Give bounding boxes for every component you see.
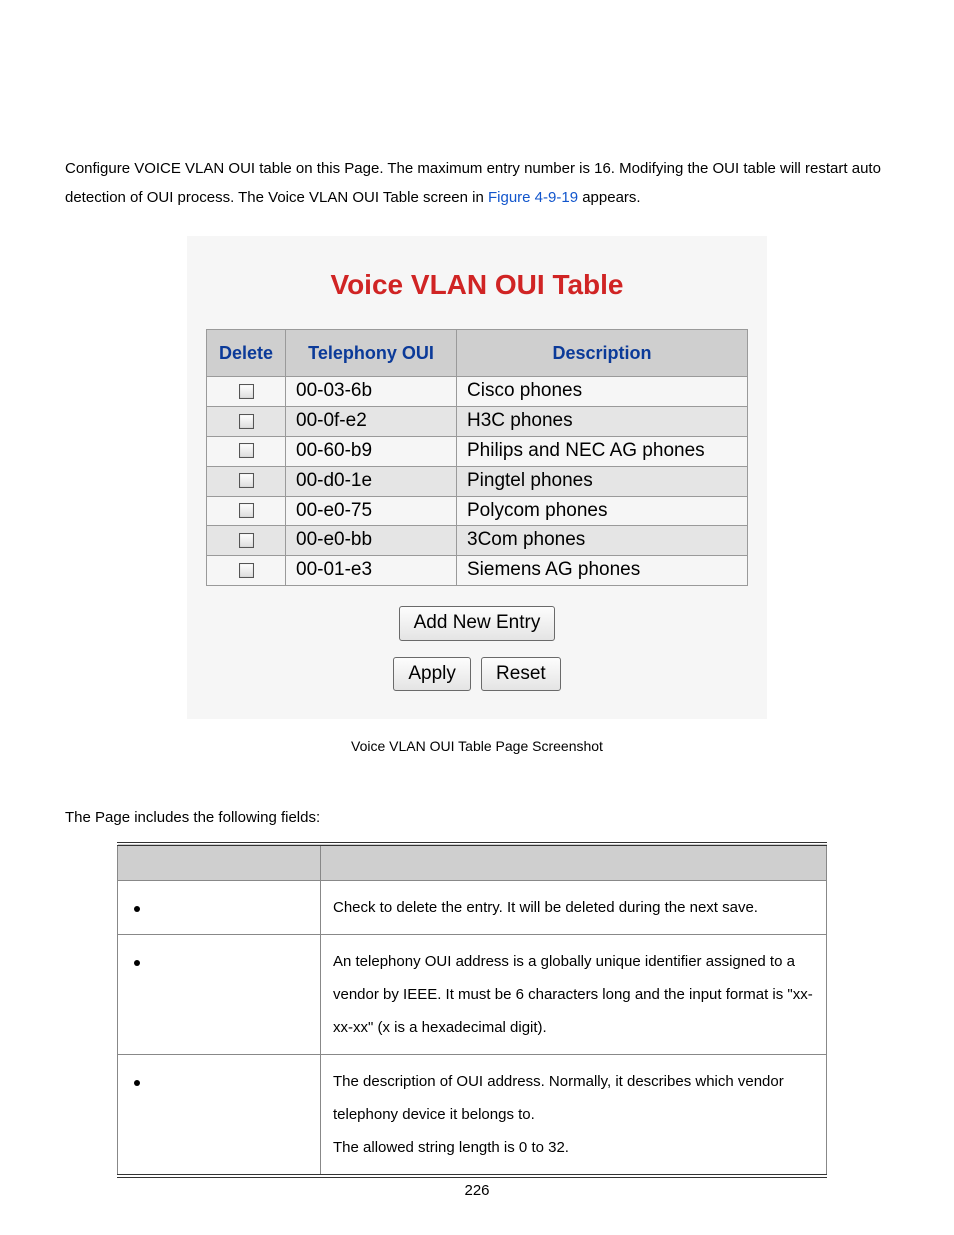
fields-desc: The description of OUI address. Normally… (321, 1055, 827, 1177)
desc-cell: Pingtel phones (457, 466, 748, 496)
oui-table: Delete Telephony OUI Description 00-03-6… (206, 329, 748, 586)
col-header-delete: Delete (207, 330, 286, 377)
add-new-entry-button[interactable]: Add New Entry (399, 606, 556, 641)
oui-cell: 00-03-6b (286, 377, 457, 407)
figure-caption: Voice VLAN OUI Table Page Screenshot (65, 733, 889, 760)
delete-checkbox[interactable] (239, 533, 254, 548)
delete-checkbox[interactable] (239, 473, 254, 488)
delete-checkbox[interactable] (239, 563, 254, 578)
col-header-description: Description (457, 330, 748, 377)
bullet-icon (134, 1080, 140, 1086)
intro-text-before: Configure VOICE VLAN OUI table on this P… (65, 160, 881, 206)
panel-title: Voice VLAN OUI Table (187, 258, 767, 311)
delete-checkbox[interactable] (239, 384, 254, 399)
button-row-1: Add New Entry (187, 606, 767, 641)
oui-cell: 00-01-e3 (286, 556, 457, 586)
fields-header-description (321, 844, 827, 881)
bullet-icon (134, 960, 140, 966)
intro-text-after: appears. (582, 189, 640, 206)
fields-row: An telephony OUI address is a globally u… (118, 935, 827, 1055)
fields-intro: The Page includes the following fields: (65, 804, 889, 833)
fields-row: Check to delete the entry. It will be de… (118, 881, 827, 935)
apply-button[interactable]: Apply (393, 657, 471, 692)
table-row: 00-d0-1e Pingtel phones (207, 466, 748, 496)
oui-cell: 00-0f-e2 (286, 407, 457, 437)
desc-cell: Siemens AG phones (457, 556, 748, 586)
table-row: 00-0f-e2 H3C phones (207, 407, 748, 437)
table-row: 00-01-e3 Siemens AG phones (207, 556, 748, 586)
table-row: 00-e0-75 Polycom phones (207, 496, 748, 526)
delete-checkbox[interactable] (239, 414, 254, 429)
oui-cell: 00-d0-1e (286, 466, 457, 496)
fields-desc: An telephony OUI address is a globally u… (321, 935, 827, 1055)
table-row: 00-e0-bb 3Com phones (207, 526, 748, 556)
figure-link[interactable]: Figure 4-9-19 (488, 189, 578, 206)
desc-cell: Cisco phones (457, 377, 748, 407)
fields-header-object (118, 844, 321, 881)
page-number: 226 (0, 1177, 954, 1206)
desc-cell: 3Com phones (457, 526, 748, 556)
fields-row: The description of OUI address. Normally… (118, 1055, 827, 1177)
desc-cell: Polycom phones (457, 496, 748, 526)
desc-cell: Philips and NEC AG phones (457, 436, 748, 466)
table-row: 00-03-6b Cisco phones (207, 377, 748, 407)
col-header-oui: Telephony OUI (286, 330, 457, 377)
desc-cell: H3C phones (457, 407, 748, 437)
oui-cell: 00-e0-bb (286, 526, 457, 556)
oui-cell: 00-60-b9 (286, 436, 457, 466)
oui-cell: 00-e0-75 (286, 496, 457, 526)
bullet-icon (134, 906, 140, 912)
table-row: 00-60-b9 Philips and NEC AG phones (207, 436, 748, 466)
document-page: Configure VOICE VLAN OUI table on this P… (0, 0, 954, 1235)
button-row-2: Apply Reset (187, 657, 767, 692)
intro-paragraph: Configure VOICE VLAN OUI table on this P… (65, 155, 889, 212)
reset-button[interactable]: Reset (481, 657, 561, 692)
fields-table: Check to delete the entry. It will be de… (117, 842, 827, 1178)
fields-desc: Check to delete the entry. It will be de… (321, 881, 827, 935)
screenshot-panel: Voice VLAN OUI Table Delete Telephony OU… (187, 236, 767, 719)
delete-checkbox[interactable] (239, 503, 254, 518)
delete-checkbox[interactable] (239, 443, 254, 458)
